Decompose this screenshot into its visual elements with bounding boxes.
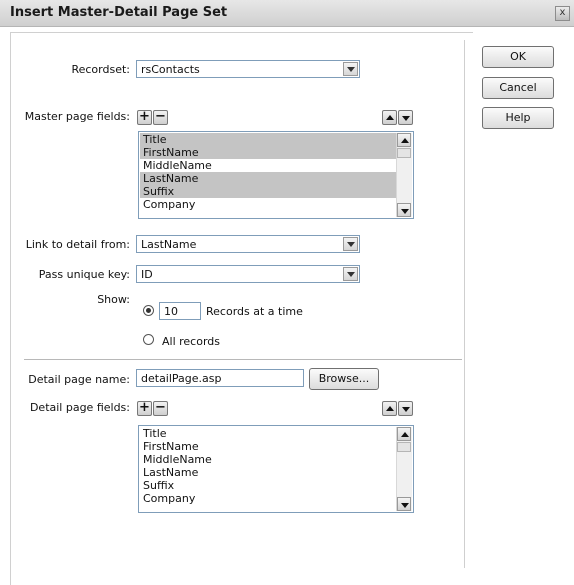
detail-name-value: detailPage.asp xyxy=(141,372,222,385)
records-at-a-time-radio[interactable] xyxy=(143,305,154,316)
cancel-button[interactable]: Cancel xyxy=(482,77,554,99)
chevron-down-icon[interactable] xyxy=(343,237,358,251)
records-count-input[interactable]: 10 xyxy=(159,302,201,320)
recordset-label: Recordset: xyxy=(71,63,130,76)
help-button[interactable]: Help xyxy=(482,107,554,129)
scroll-up-icon[interactable] xyxy=(397,133,411,147)
recordset-value: rsContacts xyxy=(141,63,200,76)
plus-icon: + xyxy=(139,109,150,124)
title-bar: Insert Master-Detail Page Set x xyxy=(0,0,574,27)
dialog-title: Insert Master-Detail Page Set xyxy=(10,5,228,20)
detail-fields-items: Title FirstName MiddleName LastName Suffix Co… xyxy=(140,427,396,505)
unique-key-value: ID xyxy=(141,268,153,281)
detail-name-input[interactable]: detailPage.asp xyxy=(136,369,304,387)
plus-icon: + xyxy=(139,400,150,415)
list-item[interactable]: Suffix xyxy=(140,479,396,492)
list-item[interactable]: MiddleName xyxy=(140,453,396,466)
master-fields-label: Master page fields: xyxy=(24,110,130,123)
link-detail-select[interactable]: LastName xyxy=(136,235,360,253)
detail-list-scrollbar[interactable] xyxy=(396,427,412,511)
unique-key-select[interactable]: ID xyxy=(136,265,360,283)
list-item[interactable]: Company xyxy=(140,492,396,505)
link-detail-label: Link to detail from: xyxy=(25,238,130,251)
records-at-a-time-label: Records at a time xyxy=(206,305,303,318)
chevron-down-icon[interactable] xyxy=(343,62,358,76)
scroll-thumb[interactable] xyxy=(397,148,411,158)
list-item[interactable]: Company xyxy=(140,198,396,211)
dialog-window: Insert Master-Detail Page Set x Recordse… xyxy=(0,0,574,585)
ok-button[interactable]: OK xyxy=(482,46,554,68)
master-fields-list[interactable]: Title FirstName MiddleName LastName Suffix Co… xyxy=(138,131,414,219)
vertical-divider xyxy=(464,40,465,568)
list-item[interactable]: FirstName xyxy=(140,440,396,453)
detail-remove-field-button[interactable]: − xyxy=(153,401,168,416)
list-item[interactable]: Title xyxy=(140,427,396,440)
list-item[interactable]: LastName xyxy=(140,466,396,479)
all-records-label: All records xyxy=(162,335,221,348)
show-label: Show: xyxy=(97,293,130,306)
link-detail-value: LastName xyxy=(141,238,197,251)
list-item[interactable]: FirstName xyxy=(140,146,396,159)
master-list-scrollbar[interactable] xyxy=(396,133,412,217)
detail-name-label: Detail page name: xyxy=(28,373,130,386)
recordset-select[interactable]: rsContacts xyxy=(136,60,360,78)
list-item[interactable]: MiddleName xyxy=(140,159,396,172)
minus-icon: − xyxy=(155,400,166,415)
close-icon[interactable]: x xyxy=(555,6,570,21)
detail-move-up-button[interactable] xyxy=(382,401,397,416)
list-item[interactable]: LastName xyxy=(140,172,396,185)
unique-key-label: Pass unique key: xyxy=(38,268,130,281)
master-add-field-button[interactable]: + xyxy=(137,110,152,125)
detail-move-down-button[interactable] xyxy=(398,401,413,416)
section-divider-highlight xyxy=(24,360,462,361)
browse-button[interactable]: Browse... xyxy=(309,368,379,390)
records-count-value: 10 xyxy=(164,305,178,318)
chevron-down-icon[interactable] xyxy=(343,267,358,281)
list-item[interactable]: Title xyxy=(140,133,396,146)
master-fields-items: Title FirstName MiddleName LastName Suffix Co… xyxy=(140,133,396,211)
scroll-down-icon[interactable] xyxy=(397,203,411,217)
scroll-up-icon[interactable] xyxy=(397,427,411,441)
detail-add-field-button[interactable]: + xyxy=(137,401,152,416)
list-item[interactable]: Suffix xyxy=(140,185,396,198)
master-remove-field-button[interactable]: − xyxy=(153,110,168,125)
all-records-radio[interactable] xyxy=(143,334,154,345)
detail-fields-label: Detail page fields: xyxy=(29,401,130,414)
scroll-down-icon[interactable] xyxy=(397,497,411,511)
master-move-down-button[interactable] xyxy=(398,110,413,125)
detail-fields-list[interactable]: Title FirstName MiddleName LastName Suffix Co… xyxy=(138,425,414,513)
minus-icon: − xyxy=(155,109,166,124)
master-move-up-button[interactable] xyxy=(382,110,397,125)
scroll-thumb[interactable] xyxy=(397,442,411,452)
